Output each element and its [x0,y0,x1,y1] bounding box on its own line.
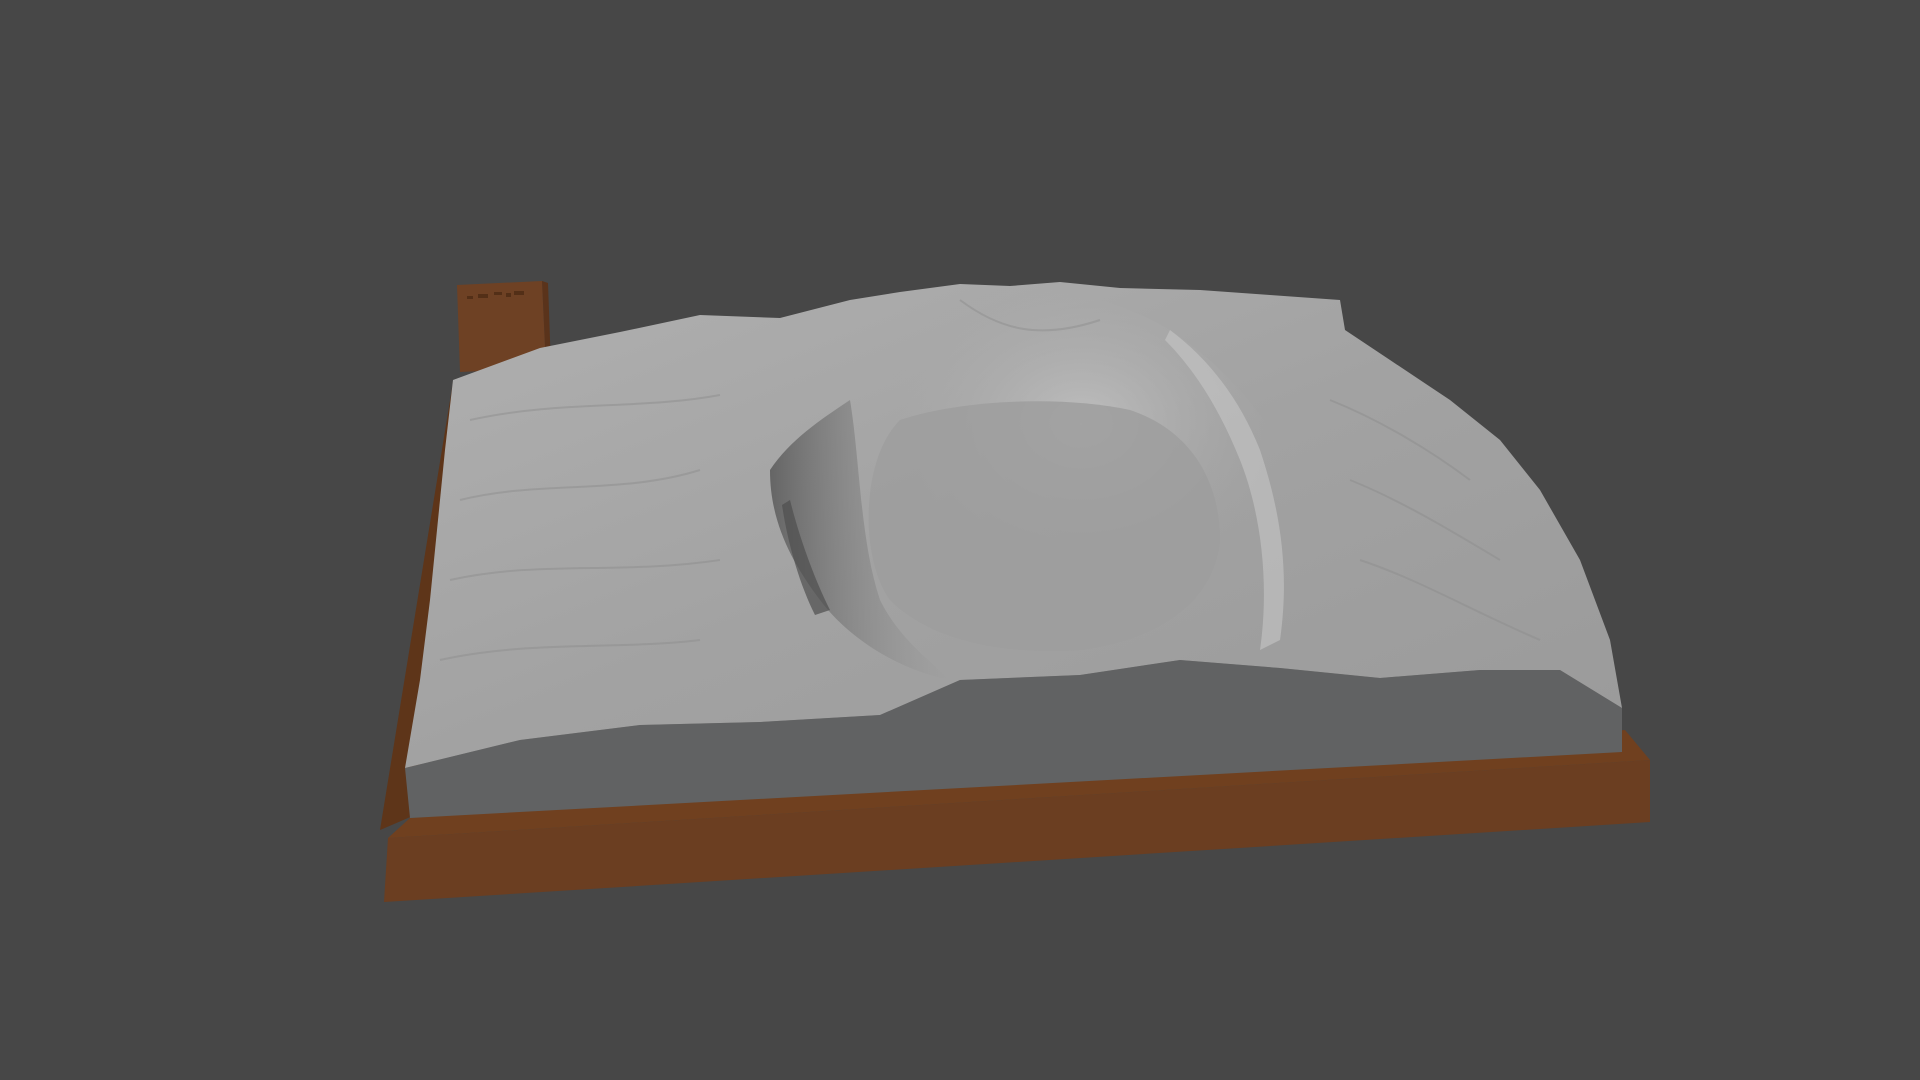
scene-canvas [380,281,1650,902]
3d-viewport[interactable] [0,0,1920,1080]
crater-basin [868,401,1220,651]
